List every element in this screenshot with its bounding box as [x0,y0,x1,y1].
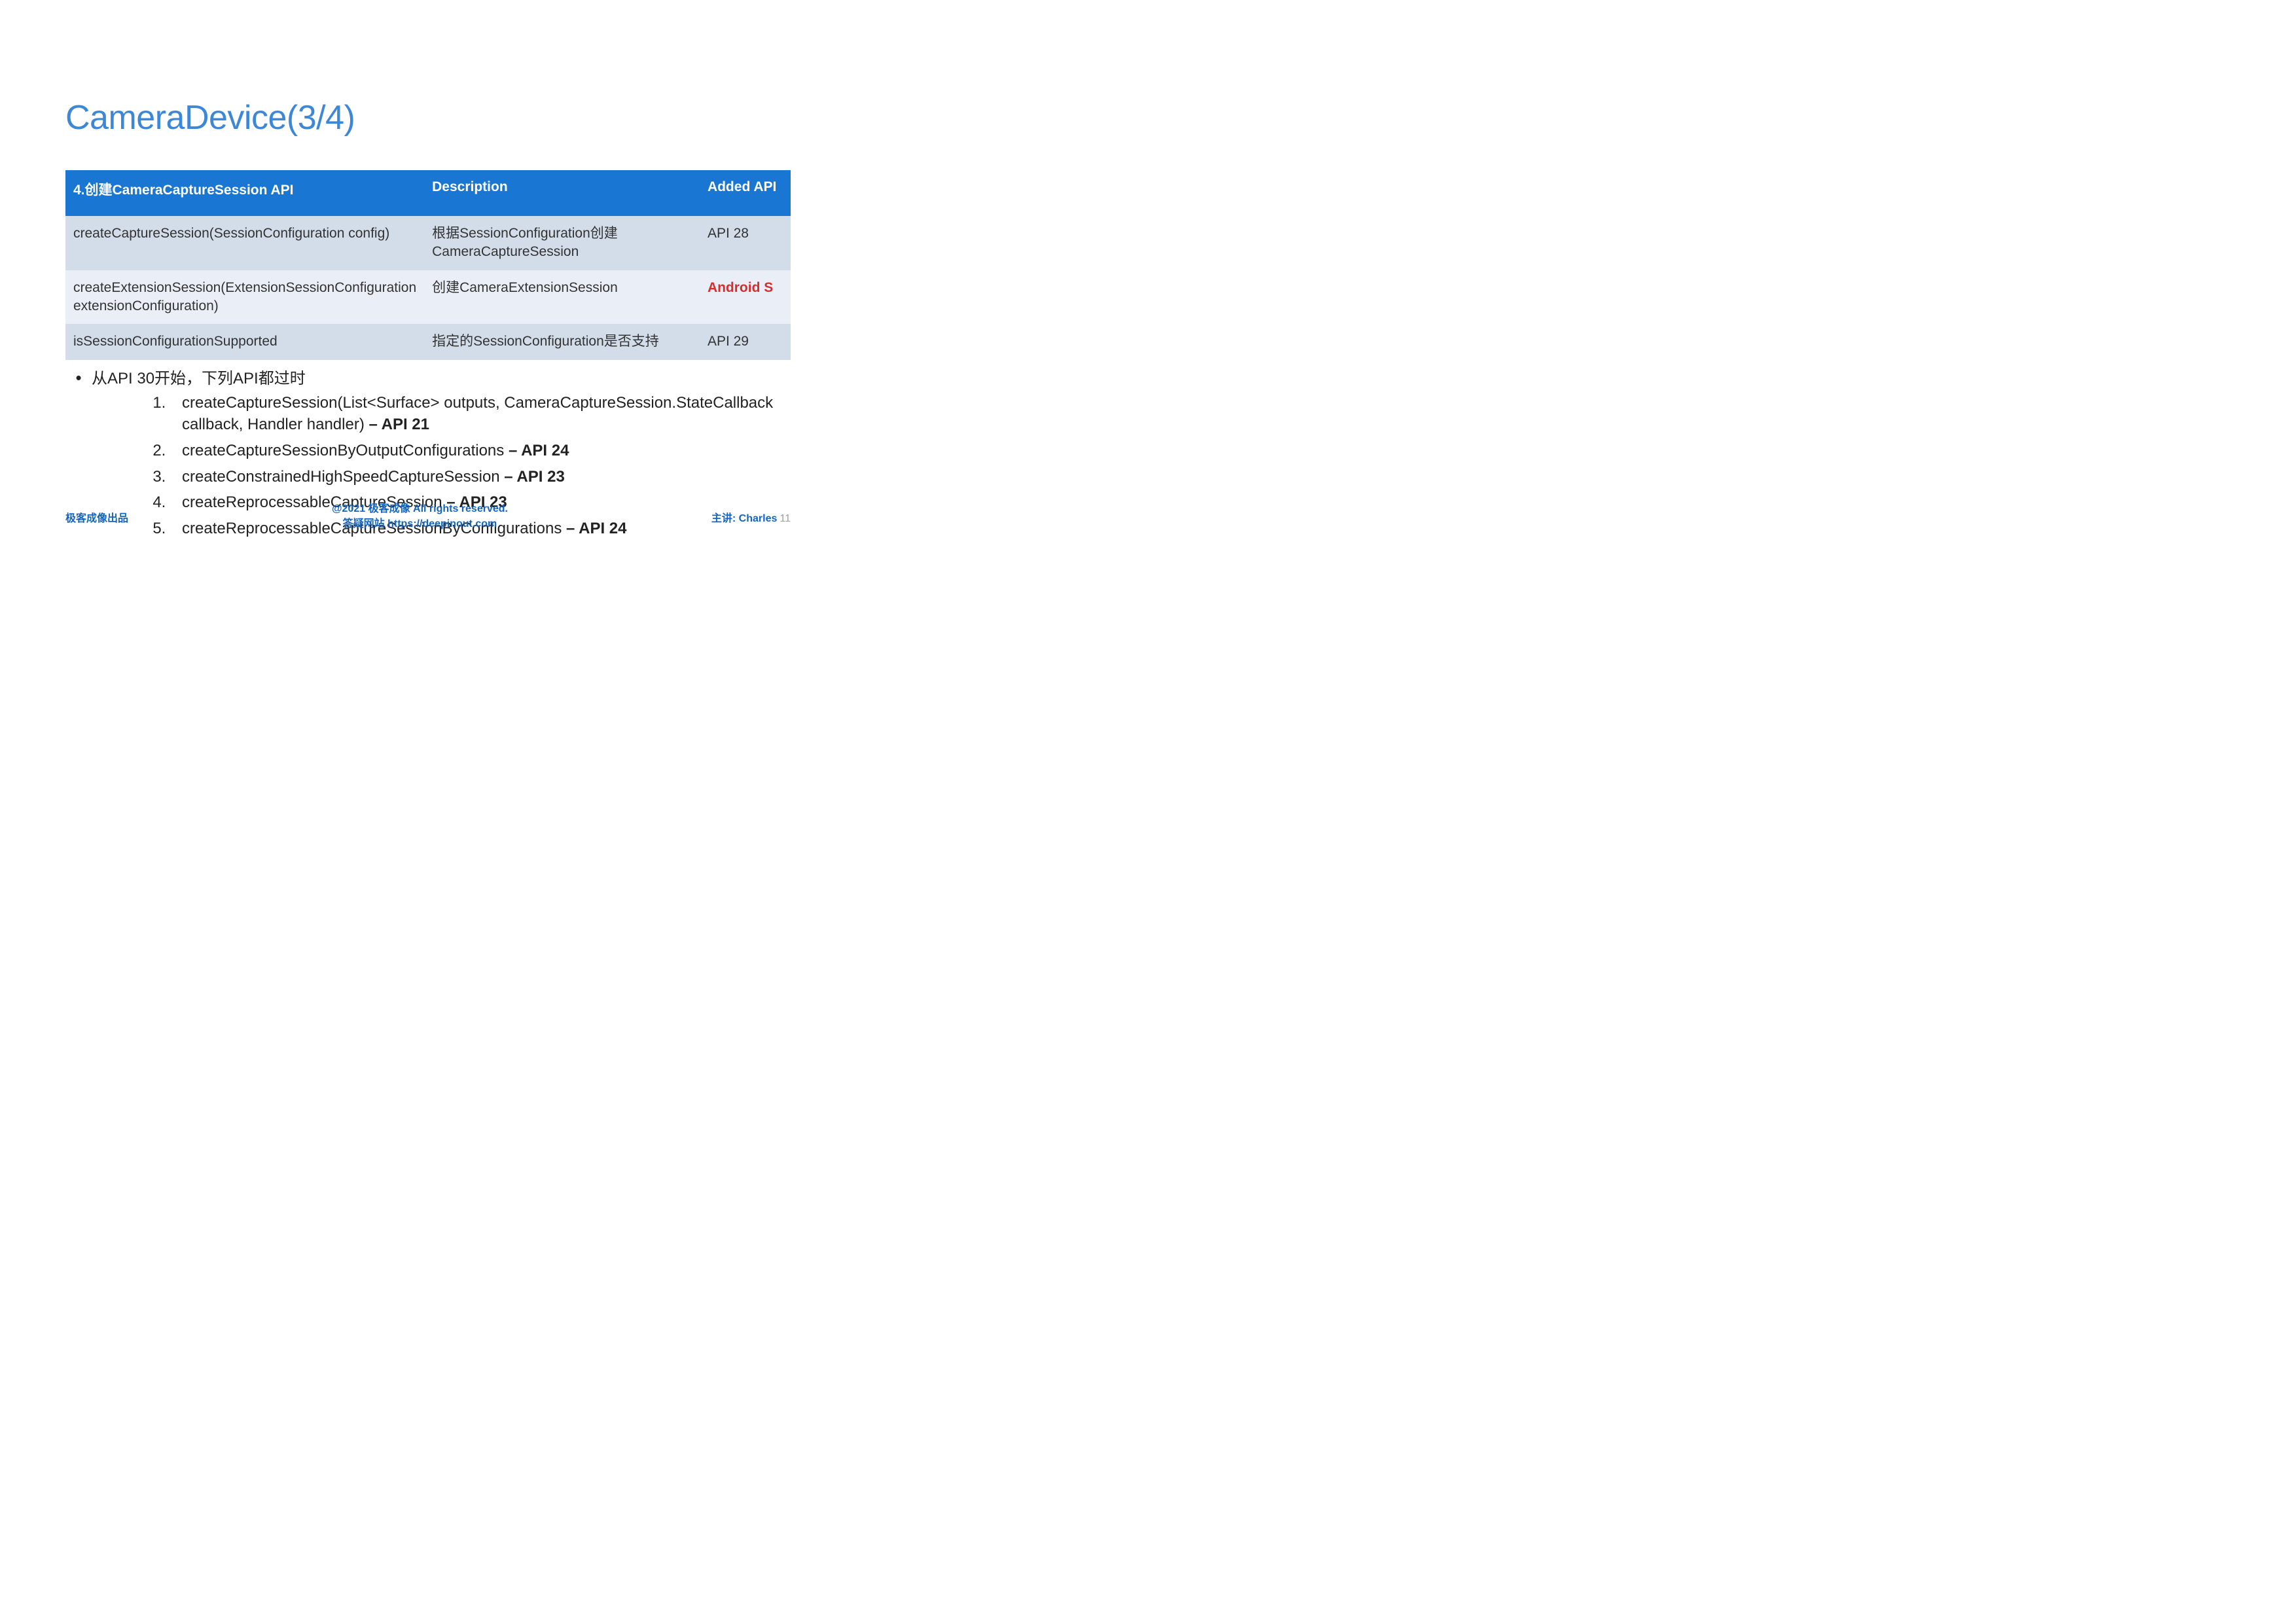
list-item: createCaptureSession(List<Surface> outpu… [170,392,791,436]
cell-desc: 创建CameraExtensionSession [424,270,700,325]
cell-api: isSessionConfigurationSupported [65,324,424,359]
col-added: Added API [700,170,791,216]
deprecated-text: createCaptureSessionByOutputConfiguratio… [182,442,504,459]
cell-added: Android S [700,270,791,325]
cell-api: createCaptureSession(SessionConfiguratio… [65,216,424,270]
list-item: createConstrainedHighSpeedCaptureSession… [170,466,791,488]
api-table: 4.创建CameraCaptureSession API Description… [65,170,791,360]
col-api: 4.创建CameraCaptureSession API [65,170,424,216]
bullet-lead-text: 从API 30开始，下列API都过时 [92,365,306,388]
footer-website: 答疑网站 https://deepinout.com [332,517,508,531]
slide-content: CameraDevice(3/4) 4.创建CameraCaptureSessi… [0,0,856,605]
deprecated-suffix: – API 21 [365,416,429,433]
cell-desc: 根据SessionConfiguration创建CameraCaptureSes… [424,216,700,270]
footer-right: 主讲: Charles11 [711,509,791,525]
list-item: createCaptureSessionByOutputConfiguratio… [170,440,791,462]
deprecated-suffix: – API 24 [504,442,569,459]
cell-added: API 29 [700,324,791,359]
table-row: createExtensionSession(ExtensionSessionC… [65,270,791,325]
slide-footer: 极客成像出品 @2021 极客成像 All rights reserved. 答… [65,502,791,531]
page-number: 11 [780,513,791,524]
bullet-lead: • 从API 30开始，下列API都过时 [65,365,791,388]
bullet-dot-icon: • [65,368,92,388]
table-row: isSessionConfigurationSupported 指定的Sessi… [65,324,791,359]
deprecated-text: createConstrainedHighSpeedCaptureSession [182,468,500,486]
footer-presenter: 主讲: Charles [711,513,777,524]
cell-desc: 指定的SessionConfiguration是否支持 [424,324,700,359]
deprecated-suffix: – API 23 [500,468,565,486]
cell-api: createExtensionSession(ExtensionSessionC… [65,270,424,325]
col-description: Description [424,170,700,216]
deprecated-text: createCaptureSession(List<Surface> outpu… [182,394,773,434]
cell-added: API 28 [700,216,791,270]
footer-left: 极客成像出品 [65,509,128,525]
footer-center: @2021 极客成像 All rights reserved. 答疑网站 htt… [332,502,508,531]
table-row: createCaptureSession(SessionConfiguratio… [65,216,791,270]
table-header-row: 4.创建CameraCaptureSession API Description… [65,170,791,216]
slide-title: CameraDevice(3/4) [65,98,791,137]
footer-copyright: @2021 极客成像 All rights reserved. [332,502,508,516]
